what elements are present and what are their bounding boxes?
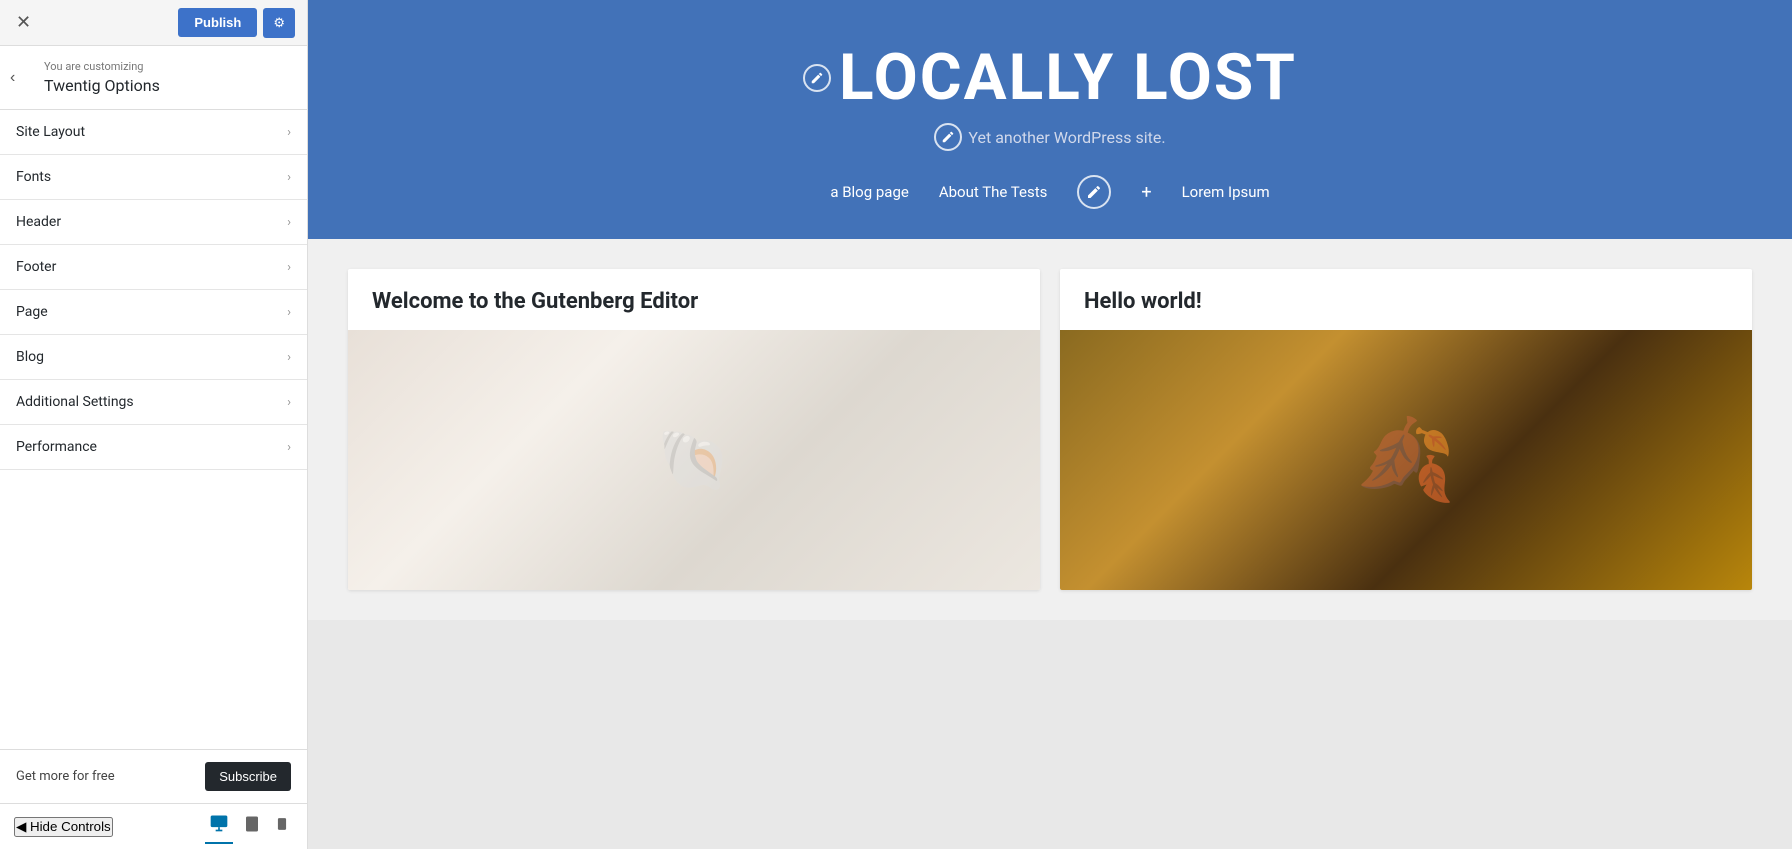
chevron-right-icon: › [287, 125, 291, 140]
desktop-view-button[interactable] [205, 809, 233, 844]
menu-item-label: Fonts [16, 169, 51, 185]
site-description-text: Yet another WordPress site. [968, 128, 1165, 147]
sidebar: ✕ Publish ⚙ ‹ You are customizing Twenti… [0, 0, 308, 849]
chevron-right-icon: › [287, 395, 291, 410]
chevron-right-icon: › [287, 215, 291, 230]
edit-title-icon[interactable] [803, 64, 831, 92]
theme-name: Twentig Options [44, 76, 291, 95]
customizing-label: You are customizing [44, 60, 291, 73]
post-title-2: Hello world! [1060, 269, 1752, 330]
menu-item-footer[interactable]: Footer › [0, 245, 307, 290]
hide-controls-label: Hide Controls [30, 819, 111, 834]
site-title: LOCALLY LOST [328, 40, 1772, 115]
site-title-text: LOCALLY LOST [839, 40, 1297, 115]
close-button[interactable]: ✕ [12, 8, 35, 37]
publish-area: Publish ⚙ [178, 8, 295, 38]
chevron-right-icon: › [287, 260, 291, 275]
menu-item-label: Performance [16, 439, 97, 455]
menu-list: Site Layout›Fonts›Header›Footer›Page›Blo… [0, 110, 307, 749]
menu-item-label: Site Layout [16, 124, 85, 140]
footer-controls-bar: ◀ Hide Controls [0, 803, 307, 849]
subscribe-button[interactable]: Subscribe [205, 762, 291, 791]
post-image-1 [348, 330, 1040, 590]
menu-item-header[interactable]: Header › [0, 200, 307, 245]
topbar: ✕ Publish ⚙ [0, 0, 307, 46]
post-title-1: Welcome to the Gutenberg Editor [348, 269, 1040, 330]
posts-grid: Welcome to the Gutenberg Editor Hello wo… [348, 269, 1752, 590]
chevron-right-icon: › [287, 170, 291, 185]
customizing-header: ‹ You are customizing Twentig Options [0, 46, 307, 110]
edit-description-icon[interactable] [934, 123, 962, 151]
post-card-2: Hello world! [1060, 269, 1752, 590]
view-controls [205, 809, 293, 844]
preview-area: LOCALLY LOST Yet another WordPress site.… [308, 0, 1792, 849]
settings-button[interactable]: ⚙ [263, 8, 295, 38]
hide-controls-button[interactable]: ◀ Hide Controls [14, 817, 113, 837]
hide-icon: ◀ [16, 819, 26, 834]
nav-about-link[interactable]: About The Tests [939, 183, 1048, 201]
chevron-right-icon: › [287, 350, 291, 365]
nav-lorem-link[interactable]: Lorem Ipsum [1182, 183, 1270, 201]
chevron-right-icon: › [287, 440, 291, 455]
site-nav: a Blog page About The Tests + Lorem Ipsu… [328, 175, 1772, 209]
menu-item-page[interactable]: Page › [0, 290, 307, 335]
menu-item-label: Additional Settings [16, 394, 134, 410]
get-more-text: Get more for free [16, 769, 115, 784]
nav-plus: + [1141, 182, 1151, 203]
menu-item-label: Footer [16, 259, 56, 275]
menu-item-label: Blog [16, 349, 44, 365]
menu-item-label: Header [16, 214, 61, 230]
menu-item-site-layout[interactable]: Site Layout › [0, 110, 307, 155]
menu-item-blog[interactable]: Blog › [0, 335, 307, 380]
site-content: Welcome to the Gutenberg Editor Hello wo… [308, 239, 1792, 620]
post-image-2 [1060, 330, 1752, 590]
menu-item-fonts[interactable]: Fonts › [0, 155, 307, 200]
chevron-right-icon: › [287, 305, 291, 320]
nav-blog-link[interactable]: a Blog page [830, 183, 909, 201]
menu-item-label: Page [16, 304, 48, 320]
publish-button[interactable]: Publish [178, 8, 257, 37]
site-header: LOCALLY LOST Yet another WordPress site.… [308, 0, 1792, 239]
edit-nav-icon[interactable] [1077, 175, 1111, 209]
site-description: Yet another WordPress site. [328, 123, 1772, 151]
menu-item-performance[interactable]: Performance › [0, 425, 307, 470]
tablet-view-button[interactable] [239, 809, 265, 844]
bottom-bar: Get more for free Subscribe [0, 749, 307, 803]
mobile-view-button[interactable] [271, 809, 293, 844]
menu-item-additional-settings[interactable]: Additional Settings › [0, 380, 307, 425]
post-card-1: Welcome to the Gutenberg Editor [348, 269, 1040, 590]
back-button[interactable]: ‹ [10, 69, 15, 87]
